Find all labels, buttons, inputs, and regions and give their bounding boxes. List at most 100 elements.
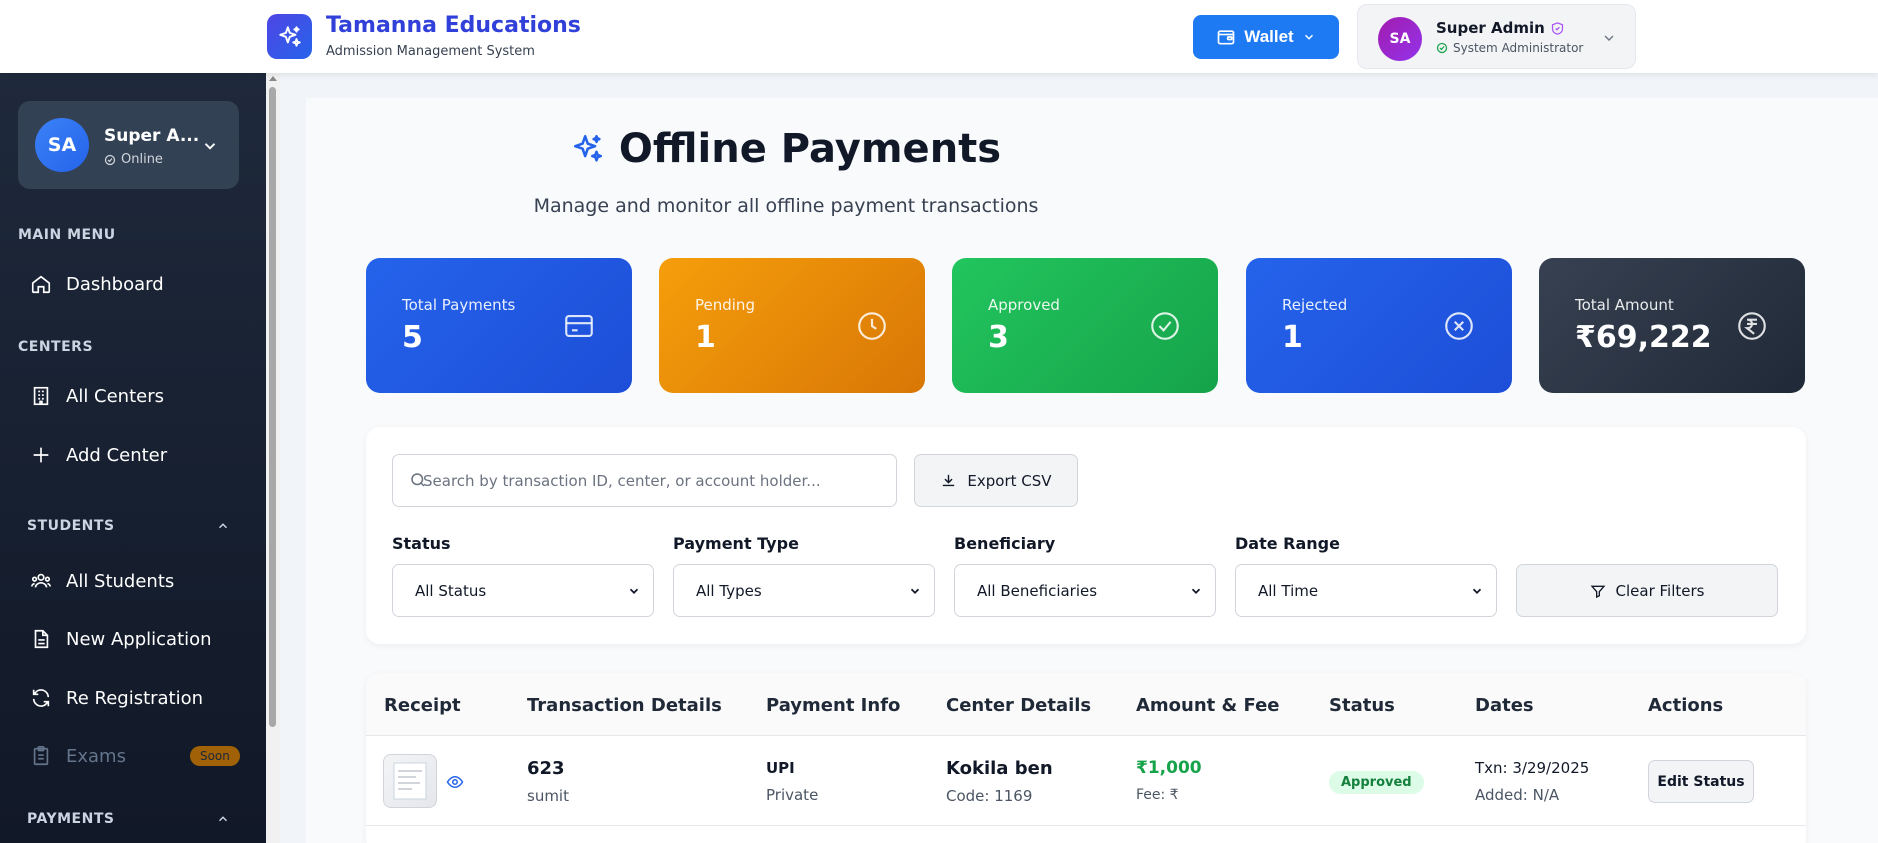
date-range-select[interactable]: All Time: [1235, 564, 1497, 617]
page-subtitle: Manage and monitor all offline payment t…: [533, 195, 1039, 217]
refresh-icon: [30, 687, 52, 709]
transaction-name: sumit: [527, 787, 569, 805]
column-header: Center Details: [946, 695, 1092, 716]
chevron-up-icon: [216, 519, 230, 533]
column-header: Payment Info: [766, 695, 901, 716]
scroll-up-arrow[interactable]: [269, 76, 277, 81]
section-main-menu: MAIN MENU: [18, 227, 230, 243]
users-icon: [30, 570, 52, 592]
page-title-text: Offline Payments: [618, 126, 1002, 172]
sidebar-item-label: Add Center: [66, 444, 168, 466]
stat-label: Pending: [695, 296, 755, 314]
chevron-down-icon: [1302, 30, 1316, 44]
stat-card-rejected: Rejected 1: [1246, 258, 1512, 393]
user-name: Super Admin: [1436, 19, 1545, 37]
sidebar-item-new-application[interactable]: New Application: [30, 628, 212, 650]
wallet-icon: [1216, 27, 1236, 47]
file-icon: [30, 628, 52, 650]
clipboard-icon: [30, 745, 52, 767]
sidebar-item-label: All Centers: [66, 385, 164, 407]
building-icon: [30, 385, 52, 407]
check-circle-icon: [1436, 42, 1448, 54]
rupee-circle-icon: [1735, 309, 1769, 343]
section-students[interactable]: STUDENTS: [27, 518, 230, 534]
chevron-down-icon: [1470, 584, 1484, 598]
column-header: Transaction Details: [527, 695, 722, 716]
sidebar-item-label: New Application: [66, 628, 212, 650]
sidebar-item-add-center[interactable]: Add Center: [30, 444, 167, 466]
sparkles-logo-icon: [267, 14, 312, 59]
sidebar-scrollbar[interactable]: [266, 73, 280, 843]
avatar: SA: [1378, 17, 1422, 61]
x-circle-icon: [1442, 309, 1476, 343]
sidebar-item-label: All Students: [66, 570, 175, 592]
section-payments[interactable]: PAYMENTS: [27, 811, 230, 827]
status-filter-label: Status: [392, 534, 451, 553]
stat-card-approved: Approved 3: [952, 258, 1218, 393]
sidebar-item-re-registration[interactable]: Re Registration: [30, 687, 203, 709]
payment-type-select-value: All Types: [696, 581, 762, 600]
payment-type: Private: [766, 786, 819, 804]
download-icon: [940, 472, 957, 489]
stat-value: ₹69,222: [1575, 320, 1712, 355]
top-bar: Tamanna Educations Admission Management …: [0, 0, 1878, 73]
chevron-down-icon: [908, 584, 922, 598]
receipt-thumbnail[interactable]: [383, 754, 437, 808]
sidebar-item-label: Dashboard: [66, 273, 164, 295]
date-range-filter-label: Date Range: [1235, 534, 1340, 553]
section-centers: CENTERS: [18, 339, 230, 355]
beneficiary-select[interactable]: All Beneficiaries: [954, 564, 1216, 617]
payment-type-filter-label: Payment Type: [673, 534, 799, 553]
shield-check-icon: [1550, 21, 1565, 36]
status-badge: Approved: [1329, 771, 1424, 794]
soon-badge: Soon: [189, 746, 240, 766]
stat-label: Approved: [988, 296, 1060, 314]
stat-value: 3: [988, 320, 1009, 355]
edit-status-button[interactable]: Edit Status: [1648, 760, 1754, 803]
amount: ₹1,000: [1136, 758, 1202, 778]
search-input[interactable]: [393, 455, 896, 506]
search-box[interactable]: [392, 454, 897, 507]
user-menu[interactable]: SA Super Admin System Administrator: [1357, 4, 1636, 69]
beneficiary-filter-label: Beneficiary: [954, 534, 1056, 553]
column-header: Amount & Fee: [1136, 695, 1280, 716]
stat-value: 1: [695, 320, 716, 355]
wallet-label: Wallet: [1244, 27, 1294, 46]
table-row: 623 sumit UPI Private Kokila ben Code: 1…: [366, 736, 1806, 826]
fee: Fee: ₹: [1136, 787, 1179, 803]
sidebar-item-dashboard[interactable]: Dashboard: [30, 273, 164, 295]
column-header: Receipt: [384, 695, 461, 716]
sidebar-item-exams: Exams Soon: [30, 745, 240, 767]
chevron-down-icon: [1189, 584, 1203, 598]
user-role: System Administrator: [1453, 41, 1584, 55]
section-label: CENTERS: [18, 339, 94, 355]
eye-icon[interactable]: [446, 773, 464, 791]
brand-name: Tamanna Educations: [326, 13, 581, 38]
center-code: Code: 1169: [946, 787, 1033, 805]
transaction-date: Txn: 3/29/2025: [1475, 759, 1590, 777]
chevron-down-icon: [627, 584, 641, 598]
status-cell: Approved: [1329, 771, 1424, 794]
export-csv-button[interactable]: Export CSV: [914, 454, 1078, 507]
stat-card-total-payments: Total Payments 5: [366, 258, 632, 393]
search-icon: [409, 471, 427, 489]
sparkles-icon: [571, 132, 605, 166]
sidebar-item-all-centers[interactable]: All Centers: [30, 385, 164, 407]
chevron-down-icon: [1601, 30, 1617, 46]
plus-icon: [30, 444, 52, 466]
section-label: MAIN MENU: [18, 227, 116, 243]
stat-label: Total Amount: [1575, 296, 1674, 314]
payment-type-select[interactable]: All Types: [673, 564, 935, 617]
added-date: Added: N/A: [1475, 786, 1560, 804]
sidebar-item-all-students[interactable]: All Students: [30, 570, 174, 592]
status-select[interactable]: All Status: [392, 564, 654, 617]
page-title: Offline Payments: [0, 126, 1572, 172]
payment-method: UPI: [766, 759, 795, 777]
wallet-button[interactable]: Wallet: [1193, 15, 1339, 59]
home-icon: [30, 273, 52, 295]
credit-card-icon: [562, 309, 596, 343]
scrollbar-thumb[interactable]: [269, 87, 276, 727]
clear-filters-button[interactable]: Clear Filters: [1516, 564, 1778, 617]
table-header: Receipt Transaction Details Payment Info…: [366, 673, 1806, 736]
stat-card-pending: Pending 1: [659, 258, 925, 393]
